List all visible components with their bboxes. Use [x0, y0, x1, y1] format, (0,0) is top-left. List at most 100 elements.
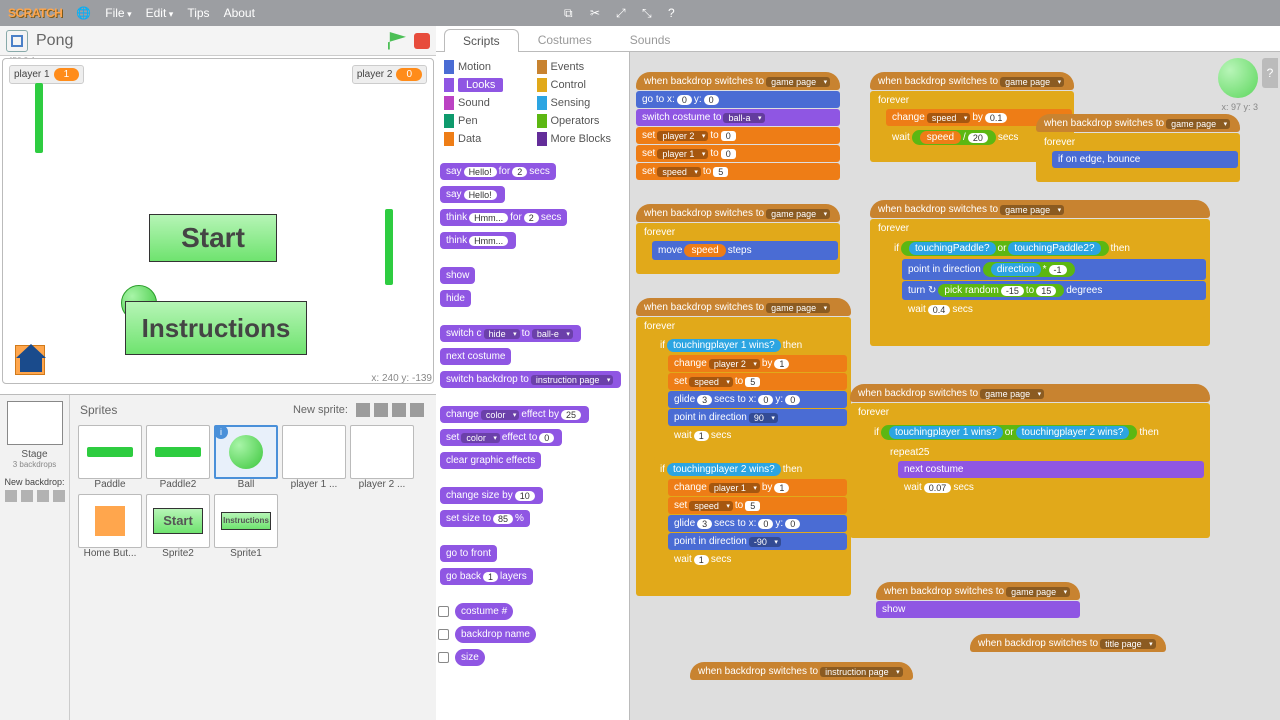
paint-backdrop-icon[interactable]	[21, 490, 33, 502]
stage-column[interactable]: Stage 3 backdrops New backdrop:	[0, 395, 70, 720]
blk-switch-costume: switch costume toball-a	[636, 109, 840, 126]
script-stack[interactable]: when backdrop switches togame page forev…	[850, 384, 1210, 538]
variable-player2[interactable]: player 2 0	[352, 65, 427, 84]
paddle-left	[35, 83, 43, 153]
variable-player1[interactable]: player 1 1	[9, 65, 84, 84]
menu-about[interactable]: About	[224, 6, 255, 20]
blk-change-effect[interactable]: changecoloreffect by25	[440, 406, 589, 423]
cat-looks[interactable]: Looks	[440, 76, 533, 94]
stage-panel: Pong v456.0.4 player 1 1 player 2 0 Star…	[0, 26, 436, 386]
cat-sensing[interactable]: Sensing	[533, 94, 626, 112]
blk-say-for[interactable]: sayHello!for2secs	[440, 163, 556, 180]
stamp-icon[interactable]: ⧉	[564, 6, 578, 20]
sprite-homebutton[interactable]: Home But...	[78, 494, 142, 559]
project-title[interactable]: Pong	[36, 32, 388, 50]
upload-sprite-icon[interactable]	[392, 403, 406, 417]
menu-edit[interactable]: Edit	[146, 6, 174, 20]
sprites-label: Sprites	[80, 403, 117, 417]
choose-sprite-icon[interactable]	[356, 403, 370, 417]
blk-think[interactable]: thinkHmm...	[440, 232, 516, 249]
blk-set-size[interactable]: set size to85%	[440, 510, 530, 527]
sprite-ball[interactable]: iBall	[214, 425, 278, 490]
cat-operators[interactable]: Operators	[533, 112, 626, 130]
script-stack[interactable]: when backdrop switches totitle page	[970, 634, 1166, 652]
menu-file[interactable]: File	[105, 6, 131, 20]
sprite-panel: Stage 3 backdrops New backdrop: Sprites …	[0, 394, 436, 720]
cat-data[interactable]: Data	[440, 130, 533, 148]
blk-switch-backdrop[interactable]: switch backdrop toinstruction page	[440, 371, 621, 388]
grow-icon[interactable]: ⤢	[616, 6, 630, 20]
scratch-logo[interactable]: SCRATCH	[8, 6, 62, 20]
blk-costume-num[interactable]: costume #	[455, 603, 513, 620]
script-stack[interactable]: when backdrop switches togame page forev…	[636, 204, 840, 274]
stop-icon[interactable]	[414, 33, 430, 49]
stage-instructions-button[interactable]: Instructions	[125, 301, 307, 355]
menu-tips[interactable]: Tips	[187, 6, 209, 20]
blk-go-back[interactable]: go back1layers	[440, 568, 533, 585]
script-stack[interactable]: when backdrop switches togame page show	[876, 582, 1080, 618]
cat-more[interactable]: More Blocks	[533, 130, 626, 148]
blk-backdrop-name[interactable]: backdrop name	[455, 626, 536, 643]
shrink-icon[interactable]: ⤡	[642, 6, 656, 20]
camera-sprite-icon[interactable]	[410, 403, 424, 417]
blk-go-front[interactable]: go to front	[440, 545, 497, 562]
camera-backdrop-icon[interactable]	[53, 490, 65, 502]
blk-clear-effects[interactable]: clear graphic effects	[440, 452, 541, 469]
sprite-player1wins[interactable]: player 1 ...	[282, 425, 346, 490]
blk-say[interactable]: sayHello!	[440, 186, 505, 203]
palette-blocks[interactable]: sayHello!for2secs sayHello! thinkHmm...f…	[436, 156, 629, 679]
blk-hide[interactable]: hide	[440, 290, 471, 307]
current-sprite-thumb	[1218, 58, 1258, 98]
paint-sprite-icon[interactable]	[374, 403, 388, 417]
cat-sound[interactable]: Sound	[440, 94, 533, 112]
sprite-sprite2[interactable]: StartSprite2	[146, 494, 210, 559]
blk-set-effect[interactable]: setcoloreffect to0	[440, 429, 562, 446]
stage-thumbnail[interactable]	[7, 401, 63, 445]
sprite-paddle[interactable]: Paddle	[78, 425, 142, 490]
scripts-canvas[interactable]: ? x: 97 y: 3 when backdrop switches toga…	[630, 52, 1280, 720]
tab-bar: Scripts Costumes Sounds	[436, 26, 1280, 52]
script-stack[interactable]: when backdrop switches toinstruction pag…	[690, 662, 913, 680]
help-icon[interactable]: ?	[668, 6, 682, 20]
blk-show[interactable]: show	[440, 267, 475, 284]
sprite-player2wins[interactable]: player 2 ...	[350, 425, 414, 490]
mouse-xy: x: 240 y: -139	[371, 373, 432, 384]
script-stack[interactable]: when backdrop switches togame page go to…	[636, 72, 840, 180]
script-stack[interactable]: when backdrop switches togame page forev…	[1036, 114, 1240, 182]
sprite-sprite1[interactable]: InstructionsSprite1	[214, 494, 278, 559]
script-stack[interactable]: when backdrop switches togame page forev…	[636, 298, 851, 596]
sprite-paddle2[interactable]: Paddle2	[146, 425, 210, 490]
paddle-right	[385, 209, 393, 285]
stage-home-button[interactable]	[15, 345, 45, 375]
fullscreen-icon[interactable]	[6, 30, 28, 52]
blk-size[interactable]: size	[455, 649, 485, 666]
script-stack[interactable]: when backdrop switches togame page forev…	[870, 200, 1210, 346]
scissors-icon[interactable]: ✂	[590, 6, 604, 20]
stage[interactable]: player 1 1 player 2 0 Start Instructions	[2, 58, 434, 384]
choose-backdrop-icon[interactable]	[5, 490, 17, 502]
cat-pen[interactable]: Pen	[440, 112, 533, 130]
globe-icon[interactable]: 🌐	[76, 6, 91, 20]
block-palette: Motion Events Looks Control Sound Sensin…	[436, 52, 630, 720]
tab-sounds[interactable]: Sounds	[611, 28, 690, 51]
blk-change-size[interactable]: change size by10	[440, 487, 543, 504]
blk-goto: go to x:0y:0	[636, 91, 840, 108]
upload-backdrop-icon[interactable]	[37, 490, 49, 502]
cat-control[interactable]: Control	[533, 76, 626, 94]
sprite-xy: x: 97 y: 3	[1221, 102, 1258, 112]
tab-costumes[interactable]: Costumes	[519, 28, 611, 51]
stage-start-button[interactable]: Start	[149, 214, 277, 262]
tab-scripts[interactable]: Scripts	[444, 29, 519, 52]
blk-next-costume[interactable]: next costume	[440, 348, 511, 365]
cat-motion[interactable]: Motion	[440, 58, 533, 76]
chk-backdrop-name[interactable]	[438, 629, 449, 640]
cat-events[interactable]: Events	[533, 58, 626, 76]
chk-size[interactable]	[438, 652, 449, 663]
blk-switch-costume[interactable]: switch chidetoball-e	[440, 325, 581, 342]
blk-set-var: setspeedto5	[636, 163, 840, 180]
sprite-info-icon: i	[214, 425, 228, 439]
blk-think-for[interactable]: thinkHmm...for2secs	[440, 209, 567, 226]
help-toggle-icon[interactable]: ?	[1262, 58, 1278, 88]
chk-costume-num[interactable]	[438, 606, 449, 617]
green-flag-icon[interactable]	[388, 32, 406, 50]
